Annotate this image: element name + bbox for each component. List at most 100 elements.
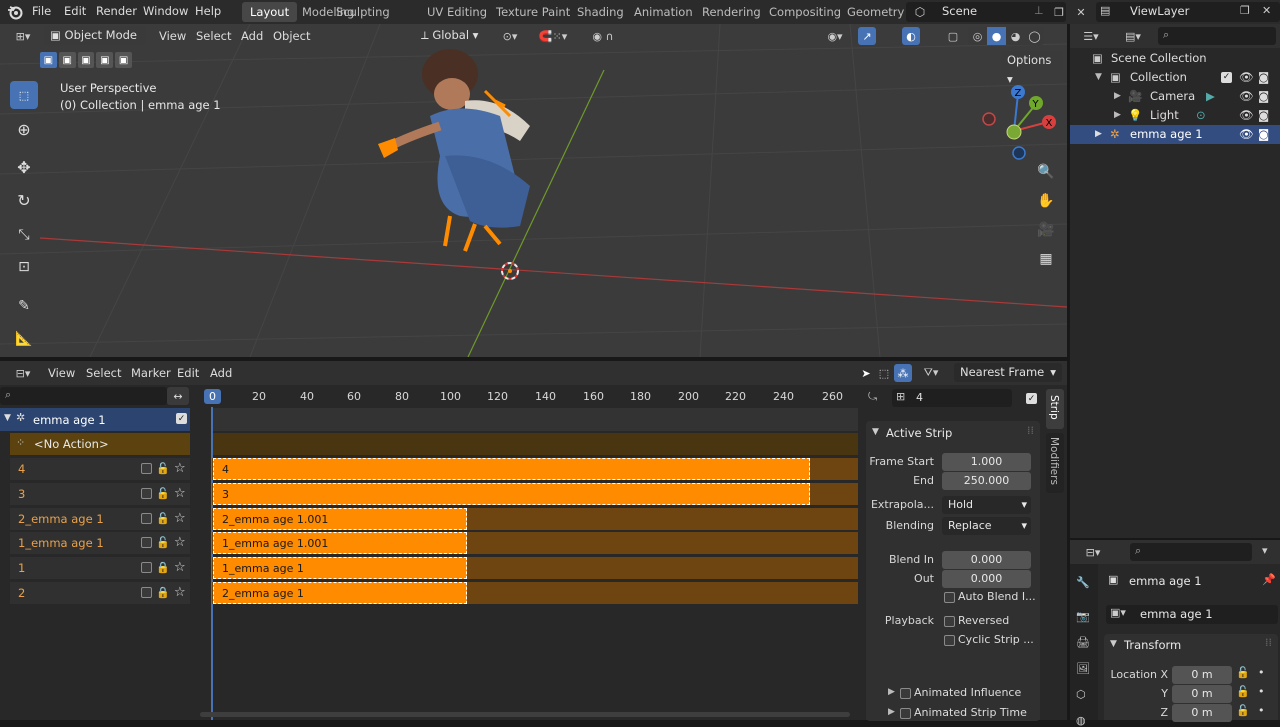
select-subtract-icon[interactable]: ▣ [77, 52, 95, 68]
editor-type-icon[interactable]: ⊞▾ [10, 27, 36, 45]
tab-uv-editing[interactable]: UV Editing [419, 2, 495, 22]
animated-influence-panel[interactable]: ▶ Animated Influence [866, 683, 1040, 705]
blend-out-field[interactable]: 0.000 [942, 570, 1031, 588]
outliner-editor-type-icon[interactable]: ☰▾ [1078, 27, 1104, 45]
eye-icon[interactable]: 👁 [1239, 106, 1254, 125]
properties-editor-type-icon[interactable]: ⊟▾ [1080, 543, 1106, 561]
timeline-ruler[interactable]: 0 20 40 60 80 100 120 140 160 180 200 22… [190, 385, 858, 407]
expand-arrow-icon[interactable]: ▶ [1095, 125, 1102, 144]
collapse-arrow-icon[interactable]: ▼ [1110, 639, 1117, 649]
camera-render-icon[interactable]: ◙ [1258, 125, 1269, 144]
eye-icon[interactable]: 👁 [1239, 68, 1254, 87]
only-selected-icon[interactable]: ➤ [858, 364, 874, 382]
nla-strip[interactable]: 1_emma age 1 [213, 557, 467, 579]
blender-logo-icon[interactable] [6, 3, 24, 21]
frame-start-field[interactable]: 1.000 [942, 453, 1031, 471]
nla-track-channel[interactable]: 3 🔓 ☆ [10, 483, 190, 505]
tab-animation[interactable]: Animation [626, 2, 701, 22]
properties-editor[interactable]: ⊟▾ ⌕ ▾ 🔧 📷 🖨 🖼 ⬡ ◍ ▣ emma age 1 📌 ▣▾ emm… [1070, 540, 1280, 727]
outliner-search[interactable]: ⌕ [1158, 27, 1276, 45]
keyframe-dot-icon[interactable]: • [1258, 666, 1265, 679]
expand-arrow-icon[interactable]: ▼ [4, 413, 11, 423]
eye-icon[interactable]: 👁 [1239, 125, 1254, 144]
pan-hand-icon[interactable]: ✋ [1034, 189, 1058, 213]
extrapolation-dropdown[interactable]: Hold ▾ [942, 496, 1031, 514]
select-box-tool[interactable]: ⬚ [10, 81, 38, 109]
expand-arrow-icon[interactable]: ▶ [1114, 87, 1121, 106]
new-scene-icon[interactable]: ❐ [1050, 3, 1068, 21]
expand-arrow-icon[interactable]: ▼ [1095, 68, 1102, 87]
move-tool[interactable]: ✥ [10, 153, 38, 181]
animated-strip-time-panel[interactable]: ▶ Animated Strip Time [866, 707, 1040, 720]
mode-dropdown[interactable]: ▣ Object Mode ▾ [44, 26, 146, 61]
blend-in-field[interactable]: 0.000 [942, 551, 1031, 569]
location-x-field[interactable]: 0 m [1172, 666, 1232, 684]
camera-view-icon[interactable]: 🎥 [1034, 218, 1058, 242]
view-layer-tab-icon[interactable]: 🖼 [1076, 662, 1090, 675]
outliner-item-camera[interactable]: ▶ 🎥 Camera ▶ 👁 ◙ [1070, 87, 1280, 106]
camera-render-icon[interactable]: ◙ [1258, 68, 1269, 87]
keyframe-dot-icon[interactable]: • [1258, 685, 1265, 698]
cyclic-checkbox[interactable] [944, 635, 955, 646]
transform-header[interactable]: Transform [1124, 638, 1181, 652]
animated-influence-checkbox[interactable] [900, 688, 911, 699]
drag-handle-icon[interactable]: ⁞⁞ [1027, 424, 1034, 437]
tab-modifiers[interactable]: Modifiers [1046, 433, 1064, 493]
nla-menu-view[interactable]: View [48, 361, 75, 385]
viewport-menu-view[interactable]: View [159, 24, 186, 48]
rendered-shading-icon[interactable]: ◯ [1025, 27, 1044, 45]
star-icon[interactable]: ☆ [174, 508, 186, 530]
scene-tab-icon[interactable]: ⬡ [1076, 688, 1086, 701]
lock-closed-icon[interactable]: 🔒 [156, 582, 170, 604]
gizmo-toggle-icon[interactable]: ↗ [858, 27, 876, 45]
nla-track-channel[interactable]: 1_emma age 1 🔓 ☆ [10, 532, 190, 554]
transform-tool[interactable]: ⊡ [10, 253, 38, 281]
overlay-toggle-icon[interactable]: ◐ [902, 27, 920, 45]
star-icon[interactable]: ☆ [174, 458, 186, 480]
solo-checkbox[interactable] [141, 587, 152, 598]
no-action-row[interactable]: ⁘ <No Action> [10, 433, 190, 455]
nla-editor-type-icon[interactable]: ⊟▾ [10, 364, 36, 382]
active-strip-header[interactable]: Active Strip [886, 426, 952, 440]
nla-menu-select[interactable]: Select [86, 361, 121, 385]
viewport-menu-select[interactable]: Select [196, 24, 231, 48]
select-extend-icon[interactable]: ▣ [58, 52, 76, 68]
camera-render-icon[interactable]: ◙ [1258, 87, 1269, 106]
new-view-layer-icon[interactable]: ❐ [1240, 4, 1250, 17]
menu-edit[interactable]: Edit [58, 0, 92, 24]
lock-icon[interactable]: 🔓 [1236, 685, 1250, 698]
character-model[interactable] [370, 46, 550, 261]
tab-layout[interactable]: Layout [242, 2, 298, 22]
star-icon[interactable]: ☆ [174, 483, 186, 505]
tab-sculpting[interactable]: Sculpting [328, 2, 398, 22]
nla-track-channel[interactable]: 2 🔒 ☆ [10, 582, 190, 604]
expand-arrow-icon[interactable]: ▶ [1114, 106, 1121, 125]
outliner-item-light[interactable]: ▶ 💡 Light ⊙ 👁 ◙ [1070, 106, 1280, 125]
outliner-item-collection[interactable]: ▼ ▣ Collection ✓ 👁 ◙ [1070, 68, 1280, 87]
outliner-item-emma[interactable]: ▶ ✲ emma age 1 👁 ◙ [1070, 125, 1280, 144]
solo-checkbox[interactable] [141, 537, 152, 548]
nla-object-row[interactable]: ▼ ✲ emma age 1 ✓ [0, 408, 190, 431]
select-invert-icon[interactable]: ▣ [96, 52, 114, 68]
proportional-edit-icon[interactable]: ◉ ∩ [585, 27, 621, 45]
tab-texture-paint[interactable]: Texture Paint [488, 2, 578, 22]
star-icon[interactable]: ☆ [174, 557, 186, 579]
object-name-field[interactable]: ▣▾ emma age 1 [1106, 605, 1278, 624]
cursor-tool[interactable]: ⊕ [10, 115, 38, 143]
options-dropdown[interactable]: Options ▾ [1001, 51, 1063, 86]
lock-closed-icon[interactable]: 🔒 [156, 557, 170, 579]
show-hidden-icon[interactable]: ⬚ [876, 364, 892, 382]
ortho-toggle-icon[interactable]: ▦ [1034, 247, 1058, 271]
pivot-icon[interactable]: ⊙▾ [497, 27, 523, 45]
nla-track-channel[interactable]: 2_emma age 1 🔓 ☆ [10, 508, 190, 530]
pin-icon[interactable]: 📌 [1262, 573, 1276, 586]
eye-icon[interactable]: 👁 [1239, 87, 1254, 106]
visibility-icon[interactable]: ◉▾ [822, 27, 848, 45]
zoom-icon[interactable]: 🔍 [1034, 160, 1058, 184]
orientation-dropdown[interactable]: ⟂ Global ▾ [415, 26, 489, 45]
measure-tool[interactable]: 📐 [10, 325, 38, 353]
collapse-channels-icon[interactable]: ↔ [167, 387, 189, 405]
scene-selector[interactable]: ⬡ Scene ⊥ [906, 2, 1066, 22]
solo-checkbox[interactable] [141, 463, 152, 474]
lock-open-icon[interactable]: 🔓 [156, 508, 170, 530]
